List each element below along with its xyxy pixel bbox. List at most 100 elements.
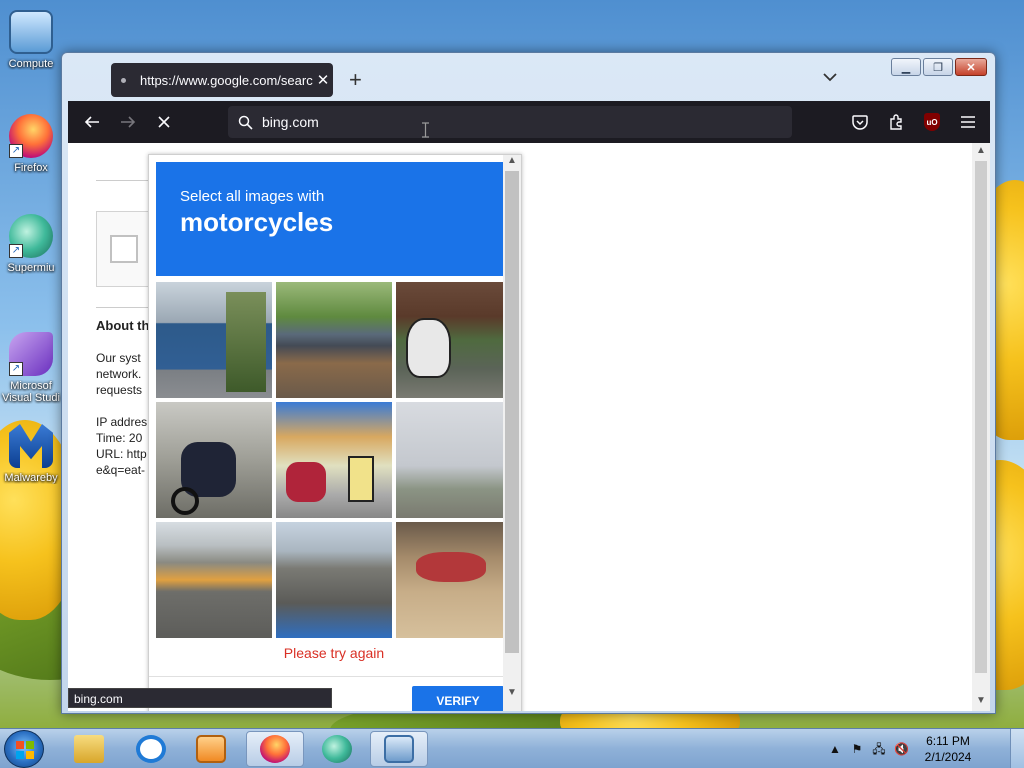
text-cursor-icon — [421, 122, 430, 138]
challenge-scroll-thumb[interactable] — [505, 171, 519, 653]
shortcut-arrow-icon: ↗ — [9, 362, 23, 376]
image-grid — [156, 282, 512, 638]
taskbar-internet-explorer[interactable] — [122, 731, 180, 767]
verify-button[interactable]: VERIFY — [412, 686, 504, 711]
clock-date: 2/1/2024 — [924, 750, 972, 764]
desktop-icon-label: Firefox — [14, 162, 48, 174]
image-tile[interactable] — [276, 282, 392, 398]
volume-muted-icon[interactable]: 🔇 — [894, 742, 909, 756]
tab-close-icon[interactable]: ✕ — [313, 71, 333, 89]
puzzle-icon — [890, 114, 902, 130]
network-icon[interactable]: 🖧 — [872, 742, 886, 756]
error-message: Please try again — [283, 645, 385, 661]
chevron-up-icon[interactable]: ▲ — [972, 145, 990, 159]
start-button[interactable] — [4, 730, 44, 768]
desktop-icon-label: Malwareby — [4, 472, 58, 484]
arrow-left-icon — [84, 116, 99, 128]
search-icon — [228, 115, 262, 130]
media-player-icon — [196, 735, 226, 763]
paragraph-line: network. — [96, 367, 142, 381]
clock-time: 6:11 PM — [926, 734, 970, 748]
desktop-icon-visual-studio[interactable]: ↗ Microsof Visual Studi — [0, 332, 62, 404]
pocket-icon — [852, 114, 868, 130]
recaptcha-checkbox-container — [96, 211, 152, 287]
challenge-scrollbar[interactable]: ▲ ▼ — [503, 155, 521, 711]
image-tile[interactable] — [276, 402, 392, 518]
taskbar-firefox[interactable] — [246, 731, 304, 767]
toolbar-actions: uO — [842, 106, 986, 138]
desktop-icon-label: Microsof Visual Studi — [2, 380, 60, 404]
list-all-tabs-button[interactable] — [823, 69, 837, 85]
chevron-up-icon[interactable]: ▲ — [503, 155, 521, 166]
paragraph-line: e&q=eat- — [96, 463, 146, 477]
tab-title: https://www.google.com/searc — [140, 72, 313, 88]
new-tab-button[interactable]: + — [349, 67, 362, 93]
arrow-right-icon — [121, 116, 136, 128]
shortcut-arrow-icon: ↗ — [9, 244, 23, 258]
page-scroll-thumb[interactable] — [975, 161, 987, 673]
internet-explorer-icon — [136, 735, 166, 763]
browser-window: ▁ ❐ ✕ https://www.google.com/searc ✕ + b… — [61, 52, 996, 714]
recaptcha-challenge-popup: Select all images with motorcycles Pleas… — [148, 154, 522, 711]
paragraph-line: Time: 20 — [96, 431, 143, 445]
stop-button[interactable] — [146, 106, 182, 138]
taskbar-explorer[interactable] — [60, 731, 118, 767]
tab-loading-icon — [121, 77, 126, 83]
tab-strip: https://www.google.com/searc ✕ + — [68, 53, 995, 101]
desktop-icon-label: Supermiu — [7, 262, 55, 274]
taskbar-media-player[interactable] — [182, 731, 240, 767]
address-bar[interactable] — [228, 106, 792, 138]
image-tile[interactable] — [156, 522, 272, 638]
chevron-down-icon[interactable]: ▼ — [503, 687, 521, 698]
image-tile[interactable] — [156, 282, 272, 398]
app-menu-button[interactable] — [950, 106, 986, 138]
chevron-down-icon[interactable]: ▼ — [972, 695, 990, 709]
ublock-origin-button[interactable]: uO — [914, 106, 950, 138]
malwarebytes-icon — [9, 424, 53, 468]
tab-active[interactable]: https://www.google.com/searc ✕ — [111, 63, 333, 97]
image-tile[interactable] — [396, 522, 512, 638]
address-input[interactable] — [262, 114, 662, 130]
supermium-icon — [322, 735, 352, 763]
ublock-shield-icon: uO — [924, 113, 940, 131]
paragraph-line: Our syst — [96, 351, 141, 365]
visual-studio-icon: ↗ — [9, 332, 53, 376]
taskbar: ▲ ⚑ 🖧 🔇 6:11 PM 2/1/2024 — [0, 728, 1024, 768]
image-tile[interactable] — [396, 402, 512, 518]
desktop-icon-computer[interactable]: Compute — [0, 10, 62, 70]
taskbar-supermium[interactable] — [308, 731, 366, 767]
computer-icon — [9, 10, 53, 54]
desktop-icon-supermium[interactable]: ↗ Supermiu — [0, 214, 62, 274]
show-hidden-icons-button[interactable]: ▲ — [828, 742, 842, 756]
taskbar-control-panel[interactable] — [370, 731, 428, 767]
forward-button[interactable] — [110, 106, 146, 138]
navigation-toolbar: uO — [68, 101, 990, 143]
desktop-icon-label: Compute — [8, 58, 54, 70]
desktop-icon-malwarebytes[interactable]: Malwareby — [0, 424, 62, 484]
firefox-icon: ↗ — [9, 114, 53, 158]
about-heading: About th — [96, 318, 150, 333]
plus-icon: + — [349, 67, 362, 92]
image-tile[interactable] — [276, 522, 392, 638]
extensions-button[interactable] — [878, 106, 914, 138]
challenge-instructions: Select all images with — [180, 188, 325, 205]
folder-icon — [74, 735, 104, 763]
supermium-icon: ↗ — [9, 214, 53, 258]
pocket-button[interactable] — [842, 106, 878, 138]
status-bar-url: bing.com — [68, 688, 332, 708]
chevron-down-icon — [823, 73, 837, 82]
desktop-icon-firefox[interactable]: ↗ Firefox — [0, 114, 62, 174]
paragraph-line: requests — [96, 383, 143, 397]
recaptcha-checkbox[interactable] — [110, 235, 138, 263]
clock[interactable]: 6:11 PM 2/1/2024 — [916, 733, 980, 765]
back-button[interactable] — [74, 106, 110, 138]
image-tile[interactable] — [156, 402, 272, 518]
action-center-flag-icon[interactable]: ⚑ — [850, 742, 864, 756]
challenge-header: Select all images with motorcycles — [156, 162, 503, 276]
page-scrollbar[interactable]: ▲ ▼ — [972, 143, 990, 711]
control-panel-icon — [384, 735, 414, 763]
windows-logo-icon — [16, 741, 34, 759]
show-desktop-button[interactable] — [1010, 729, 1024, 768]
paragraph-line: URL: http — [96, 447, 147, 461]
image-tile[interactable] — [396, 282, 512, 398]
